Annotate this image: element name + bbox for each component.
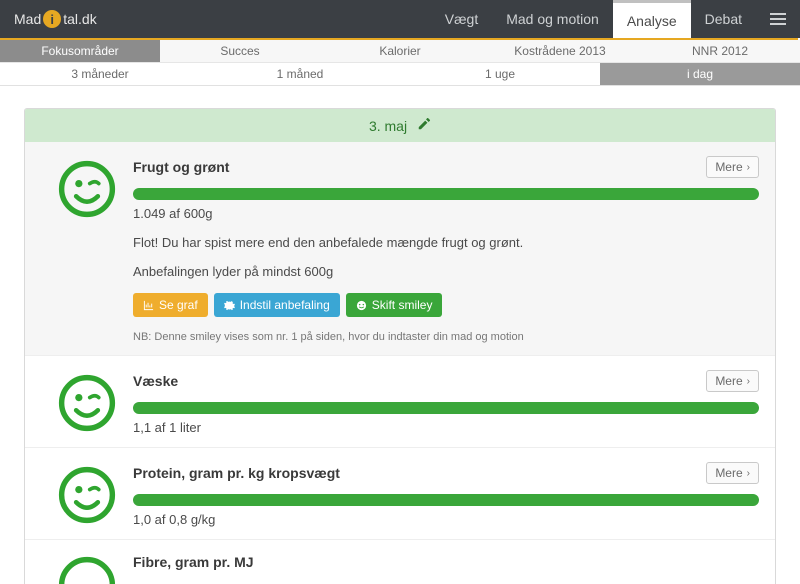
nav-label: Mad og motion — [506, 11, 599, 27]
brand-post: tal.dk — [63, 11, 96, 27]
smiley-small-icon — [356, 300, 367, 311]
brand-logo-icon: i — [43, 10, 61, 28]
ttab-label: i dag — [687, 67, 713, 81]
btn-label: Se graf — [159, 298, 198, 312]
tab-fokusomraader[interactable]: Fokusområder — [0, 40, 160, 63]
smiley-happy-icon — [58, 556, 116, 584]
ttab-label: 3 måneder — [71, 67, 128, 81]
se-graf-button[interactable]: Se graf — [133, 293, 208, 317]
section-title: Frugt og grønt — [133, 159, 229, 175]
hamburger-icon — [770, 18, 786, 20]
section-fibre: Fibre, gram pr. MJ — [25, 539, 775, 584]
progress-bar — [133, 188, 759, 200]
more-label: Mere — [715, 160, 742, 174]
more-label: Mere — [715, 466, 742, 480]
section-title: Fibre, gram pr. MJ — [133, 554, 254, 570]
nav-label: Analyse — [627, 13, 677, 29]
section-title: Protein, gram pr. kg kropsvægt — [133, 465, 340, 481]
ttab-label: 1 måned — [277, 67, 324, 81]
ttab-1-uge[interactable]: 1 uge — [400, 63, 600, 86]
nav-vaegt[interactable]: Vægt — [431, 0, 492, 38]
edit-date-icon[interactable] — [417, 117, 431, 134]
more-button[interactable]: Mere › — [706, 156, 759, 178]
section-message: Flot! Du har spist mere end den anbefale… — [133, 235, 759, 250]
smiley-happy-icon — [58, 466, 116, 524]
nav-analyse[interactable]: Analyse — [613, 0, 691, 38]
chart-icon — [143, 300, 154, 311]
nav-label: Debat — [705, 11, 742, 27]
nav-menu-button[interactable] — [756, 0, 800, 38]
progress-bar — [133, 402, 759, 414]
ttab-i-dag[interactable]: i dag — [600, 63, 800, 86]
tab-nnr-2012[interactable]: NNR 2012 — [640, 40, 800, 63]
tab-label: Kalorier — [379, 44, 420, 58]
tab-label: Succes — [220, 44, 259, 58]
section-vaeske: Væske Mere › 1,1 af 1 liter — [25, 355, 775, 447]
section-title: Væske — [133, 373, 178, 389]
gear-icon — [224, 300, 235, 311]
tab-label: Kostrådene 2013 — [514, 44, 605, 58]
brand[interactable]: Mad i tal.dk — [0, 10, 111, 28]
btn-label: Indstil anbefaling — [240, 298, 330, 312]
subtabs: Fokusområder Succes Kalorier Kostrådene … — [0, 40, 800, 63]
nb-text: NB: Denne smiley vises som nr. 1 på side… — [133, 331, 759, 343]
nav-debat[interactable]: Debat — [691, 0, 756, 38]
section-frugt: Frugt og grønt Mere › 1.049 af 600g Flot… — [25, 142, 775, 355]
tab-label: Fokusområder — [41, 44, 118, 58]
page: 3. maj Frugt og grønt Mere — [0, 86, 800, 584]
date-text: 3. maj — [369, 118, 407, 134]
nav-label: Vægt — [445, 11, 478, 27]
chevron-right-icon: › — [747, 162, 750, 173]
more-label: Mere — [715, 374, 742, 388]
tab-kalorier[interactable]: Kalorier — [320, 40, 480, 63]
smiley-happy-icon — [58, 374, 116, 432]
skift-smiley-button[interactable]: Skift smiley — [346, 293, 443, 317]
progress-reading: 1,0 af 0,8 g/kg — [133, 512, 759, 527]
ttab-1-maaned[interactable]: 1 måned — [200, 63, 400, 86]
section-recommendation: Anbefalingen lyder på mindst 600g — [133, 264, 759, 279]
chevron-right-icon: › — [747, 376, 750, 387]
progress-reading: 1.049 af 600g — [133, 206, 759, 221]
time-tabs: 3 måneder 1 måned 1 uge i dag — [0, 63, 800, 86]
brand-pre: Mad — [14, 11, 41, 27]
ttab-label: 1 uge — [485, 67, 515, 81]
progress-reading: 1,1 af 1 liter — [133, 420, 759, 435]
indstil-anbefaling-button[interactable]: Indstil anbefaling — [214, 293, 340, 317]
tab-succes[interactable]: Succes — [160, 40, 320, 63]
smiley-happy-icon — [58, 160, 116, 218]
progress-bar — [133, 494, 759, 506]
section-protein: Protein, gram pr. kg kropsvægt Mere › 1,… — [25, 447, 775, 539]
more-button[interactable]: Mere › — [706, 462, 759, 484]
btn-label: Skift smiley — [372, 298, 433, 312]
chevron-right-icon: › — [747, 468, 750, 479]
ttab-3-maaneder[interactable]: 3 måneder — [0, 63, 200, 86]
date-header: 3. maj — [25, 109, 775, 142]
top-nav: Mad i tal.dk Vægt Mad og motion Analyse … — [0, 0, 800, 38]
main-card: 3. maj Frugt og grønt Mere — [24, 108, 776, 584]
tab-kostraadene-2013[interactable]: Kostrådene 2013 — [480, 40, 640, 63]
tab-label: NNR 2012 — [692, 44, 748, 58]
nav-mad-motion[interactable]: Mad og motion — [492, 0, 613, 38]
more-button[interactable]: Mere › — [706, 370, 759, 392]
